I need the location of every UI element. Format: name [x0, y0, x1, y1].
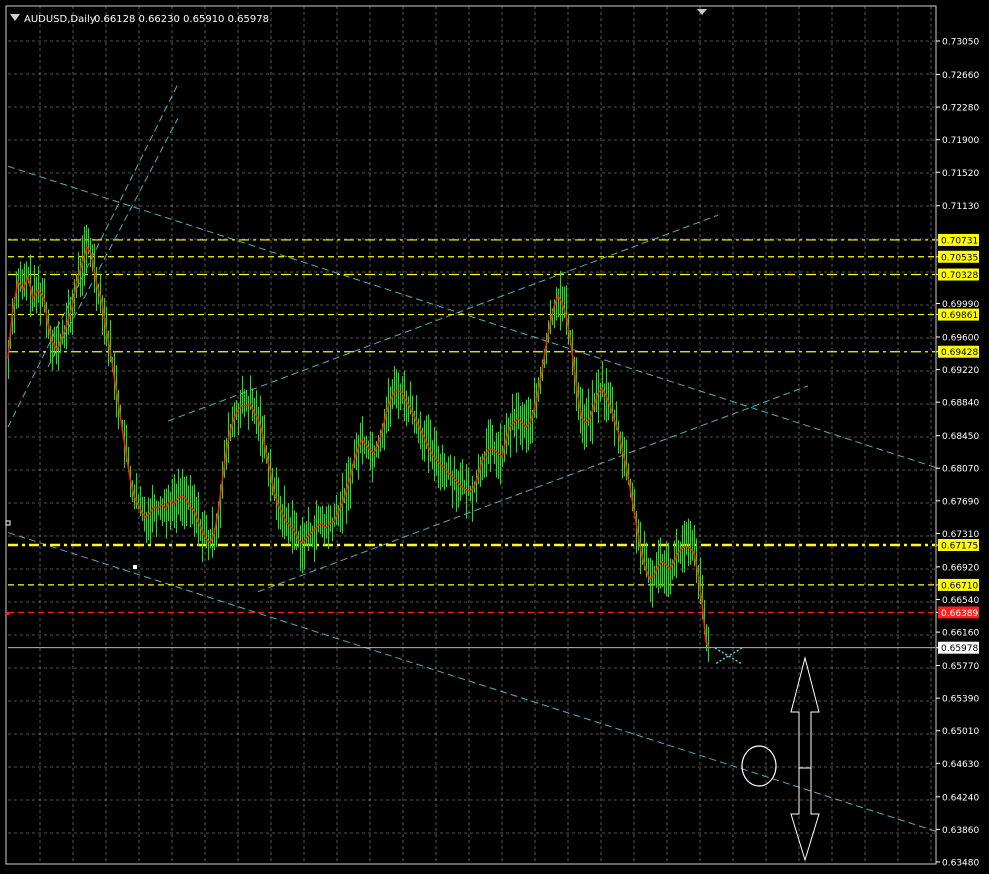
chart-window[interactable]: 0.73050 0.72660 0.72280 0.71900 0.71520 0.711… — [0, 0, 989, 870]
axis-label: 0.68450 — [942, 432, 979, 442]
axis-label: 0.63480 — [942, 859, 979, 869]
axis-label: 0.71900 — [942, 136, 979, 146]
axis-label: 0.69220 — [942, 366, 979, 376]
price-chart[interactable]: 0.73050 0.72660 0.72280 0.71900 0.71520 0.711… — [0, 0, 989, 870]
axis-label: 0.72280 — [942, 104, 979, 114]
axis-label: 0.73050 — [942, 38, 979, 48]
price-tag-label: 0.70535 — [941, 253, 978, 263]
last-price-label: 0.65978 — [941, 644, 978, 654]
axis-label: 0.66160 — [942, 629, 979, 639]
symbol-label: AUDUSD,Daily — [24, 14, 96, 25]
price-tag-label: 0.70731 — [941, 236, 978, 246]
axis-label: 0.63860 — [942, 826, 979, 836]
axis-label: 0.66920 — [942, 563, 979, 573]
level-anchor[interactable] — [6, 612, 9, 615]
axis-label: 0.66540 — [942, 596, 979, 606]
axis-label: 0.65390 — [942, 695, 979, 705]
price-tag-label: 0.66710 — [941, 581, 978, 591]
price-tag-label: 0.69428 — [941, 348, 978, 358]
axis-label: 0.68070 — [942, 465, 979, 475]
price-tag-label: 0.70328 — [941, 271, 978, 281]
axis-label: 0.71520 — [942, 169, 979, 179]
chart-background — [0, 0, 989, 870]
price-tag-label: 0.69861 — [941, 311, 978, 321]
axis-label: 0.71130 — [942, 202, 979, 212]
axis-label: 0.69990 — [942, 300, 979, 310]
chart-header: AUDUSD,Daily 0.66128 0.66230 0.65910 0.6… — [10, 14, 269, 25]
axis-label: 0.65770 — [942, 662, 979, 672]
axis-label: 0.64630 — [942, 760, 979, 770]
ohlc-values: 0.66128 0.66230 0.65910 0.65978 — [94, 14, 269, 25]
price-tag-label: 0.66389 — [941, 609, 978, 619]
axis-label: 0.72660 — [942, 71, 979, 81]
axis-label: 0.67310 — [942, 530, 979, 540]
axis-label: 0.64240 — [942, 793, 979, 803]
axis-label: 0.67690 — [942, 497, 979, 507]
trendline-anchor[interactable] — [133, 565, 137, 569]
axis-label: 0.65010 — [942, 727, 979, 737]
axis-label: 0.68840 — [942, 399, 979, 409]
axis-label: 0.69600 — [942, 333, 979, 343]
price-tag-label: 0.67175 — [941, 542, 978, 552]
